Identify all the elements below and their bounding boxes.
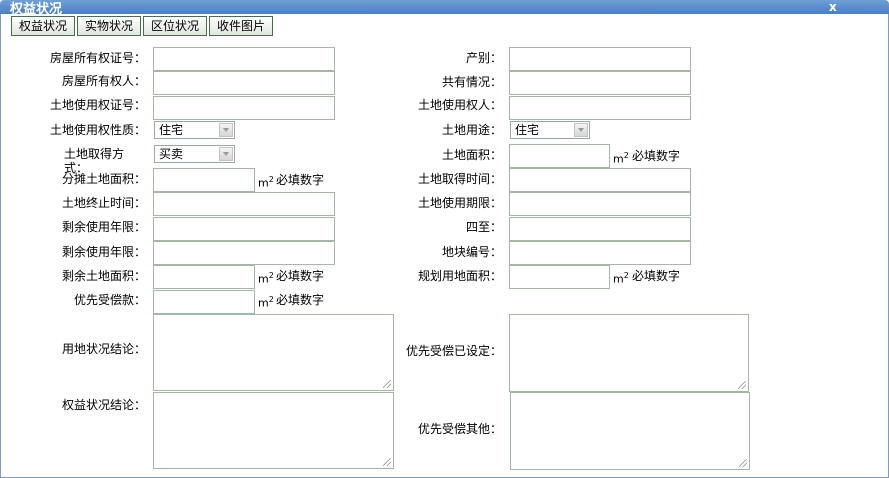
land-acquire-method-select[interactable]: 买卖: [154, 145, 235, 163]
chevron-down-icon[interactable]: [574, 123, 588, 137]
land-acquire-method-value: 买卖: [159, 147, 184, 161]
chevron-down-icon[interactable]: [219, 123, 233, 137]
window-titlebar: 权益状况 x: [0, 0, 889, 17]
parcel-no-input[interactable]: [509, 241, 691, 265]
tab-location-status[interactable]: 区位状况: [143, 16, 208, 36]
land-acquire-time-label: 土地取得时间：: [417, 172, 502, 186]
planned-land-area-input[interactable]: [509, 265, 610, 289]
land-cert-no-label: 土地使用权证号：: [49, 98, 146, 112]
land-use-period-input[interactable]: [509, 192, 691, 216]
boundaries-label: 四至：: [465, 220, 502, 234]
remaining-years-input-1[interactable]: [153, 217, 335, 241]
remaining-land-area-input[interactable]: [153, 265, 255, 289]
rights-conclusion-label: 权益状况结论：: [61, 398, 146, 412]
land-use-nature-value: 住宅: [159, 123, 184, 137]
parcel-no-label: 地块编号：: [441, 245, 502, 259]
resize-grip-icon[interactable]: [738, 381, 746, 389]
priority-set-label: 优先受偿已设定：: [405, 344, 502, 358]
remaining-land-area-required: 必填数字: [276, 269, 325, 283]
land-acquire-time-input[interactable]: [509, 168, 691, 192]
land-use-nature-label: 土地使用权性质：: [49, 123, 146, 137]
tab-rights-status[interactable]: 权益状况: [11, 16, 76, 36]
land-use-value: 住宅: [515, 123, 540, 137]
tab-physical-status[interactable]: 实物状况: [77, 16, 142, 36]
land-area-input[interactable]: [509, 144, 610, 168]
land-conclusion-label: 用地状况结论：: [61, 342, 146, 356]
house-owner-label: 房屋所有权人：: [62, 74, 147, 88]
shared-land-area-label: 分摊土地面积：: [61, 172, 146, 186]
remaining-years-label-1: 剩余使用年限：: [61, 220, 146, 234]
resize-grip-icon[interactable]: [383, 380, 391, 388]
land-area-label: 土地面积：: [441, 148, 502, 162]
house-cert-no-label: 房屋所有权证号：: [49, 51, 146, 65]
boundaries-input[interactable]: [509, 217, 691, 241]
priority-payment-input[interactable]: [153, 290, 255, 314]
priority-set-textarea[interactable]: [509, 314, 749, 392]
land-area-unit: m2: [613, 151, 629, 166]
property-type-input[interactable]: [509, 47, 691, 71]
land-use-nature-select[interactable]: 住宅: [154, 121, 235, 139]
planned-land-area-label: 规划用地面积：: [417, 269, 502, 283]
priority-payment-required: 必填数字: [276, 293, 325, 307]
house-owner-input[interactable]: [153, 71, 335, 95]
land-end-time-input[interactable]: [153, 192, 335, 216]
land-conclusion-textarea[interactable]: [153, 314, 394, 391]
chevron-down-icon[interactable]: [219, 147, 233, 161]
remaining-years-label-2: 剩余使用年限：: [61, 245, 146, 259]
land-area-required: 必填数字: [632, 149, 681, 163]
remaining-years-input-2[interactable]: [153, 241, 335, 265]
priority-other-textarea[interactable]: [510, 392, 750, 470]
resize-grip-icon[interactable]: [739, 459, 747, 467]
land-use-label: 土地用途：: [441, 123, 502, 137]
land-user-label: 土地使用权人：: [417, 98, 502, 112]
house-cert-no-input[interactable]: [153, 47, 335, 71]
land-end-time-label: 土地终止时间：: [61, 196, 146, 210]
close-icon[interactable]: x: [829, 0, 837, 14]
planned-land-area-unit: m2: [613, 271, 629, 286]
priority-payment-label: 优先受偿款：: [73, 293, 146, 307]
rights-conclusion-textarea[interactable]: [153, 392, 394, 469]
land-use-select[interactable]: 住宅: [510, 121, 590, 139]
remaining-land-area-label: 剩余土地面积：: [61, 269, 146, 283]
shared-land-area-unit: m2: [258, 175, 274, 190]
land-acquire-method-label: 土地取得方式：: [64, 147, 125, 175]
land-cert-no-input[interactable]: [153, 96, 335, 120]
tab-bar: 权益状况 实物状况 区位状况 收件图片: [11, 16, 275, 36]
planned-land-area-required: 必填数字: [632, 269, 681, 283]
shared-land-area-required: 必填数字: [276, 173, 325, 187]
remaining-land-area-unit: m2: [258, 271, 274, 286]
tab-received-images[interactable]: 收件图片: [209, 16, 274, 36]
priority-payment-unit: m2: [258, 295, 274, 310]
shared-land-area-input[interactable]: [153, 168, 255, 192]
co-ownership-input[interactable]: [509, 71, 691, 95]
land-use-period-label: 土地使用期限：: [417, 196, 502, 210]
co-ownership-label: 共有情况：: [441, 75, 502, 89]
priority-other-label: 优先受偿其他：: [417, 422, 502, 436]
land-user-input[interactable]: [509, 96, 691, 120]
resize-grip-icon[interactable]: [383, 458, 391, 466]
property-type-label: 产别：: [465, 51, 502, 65]
